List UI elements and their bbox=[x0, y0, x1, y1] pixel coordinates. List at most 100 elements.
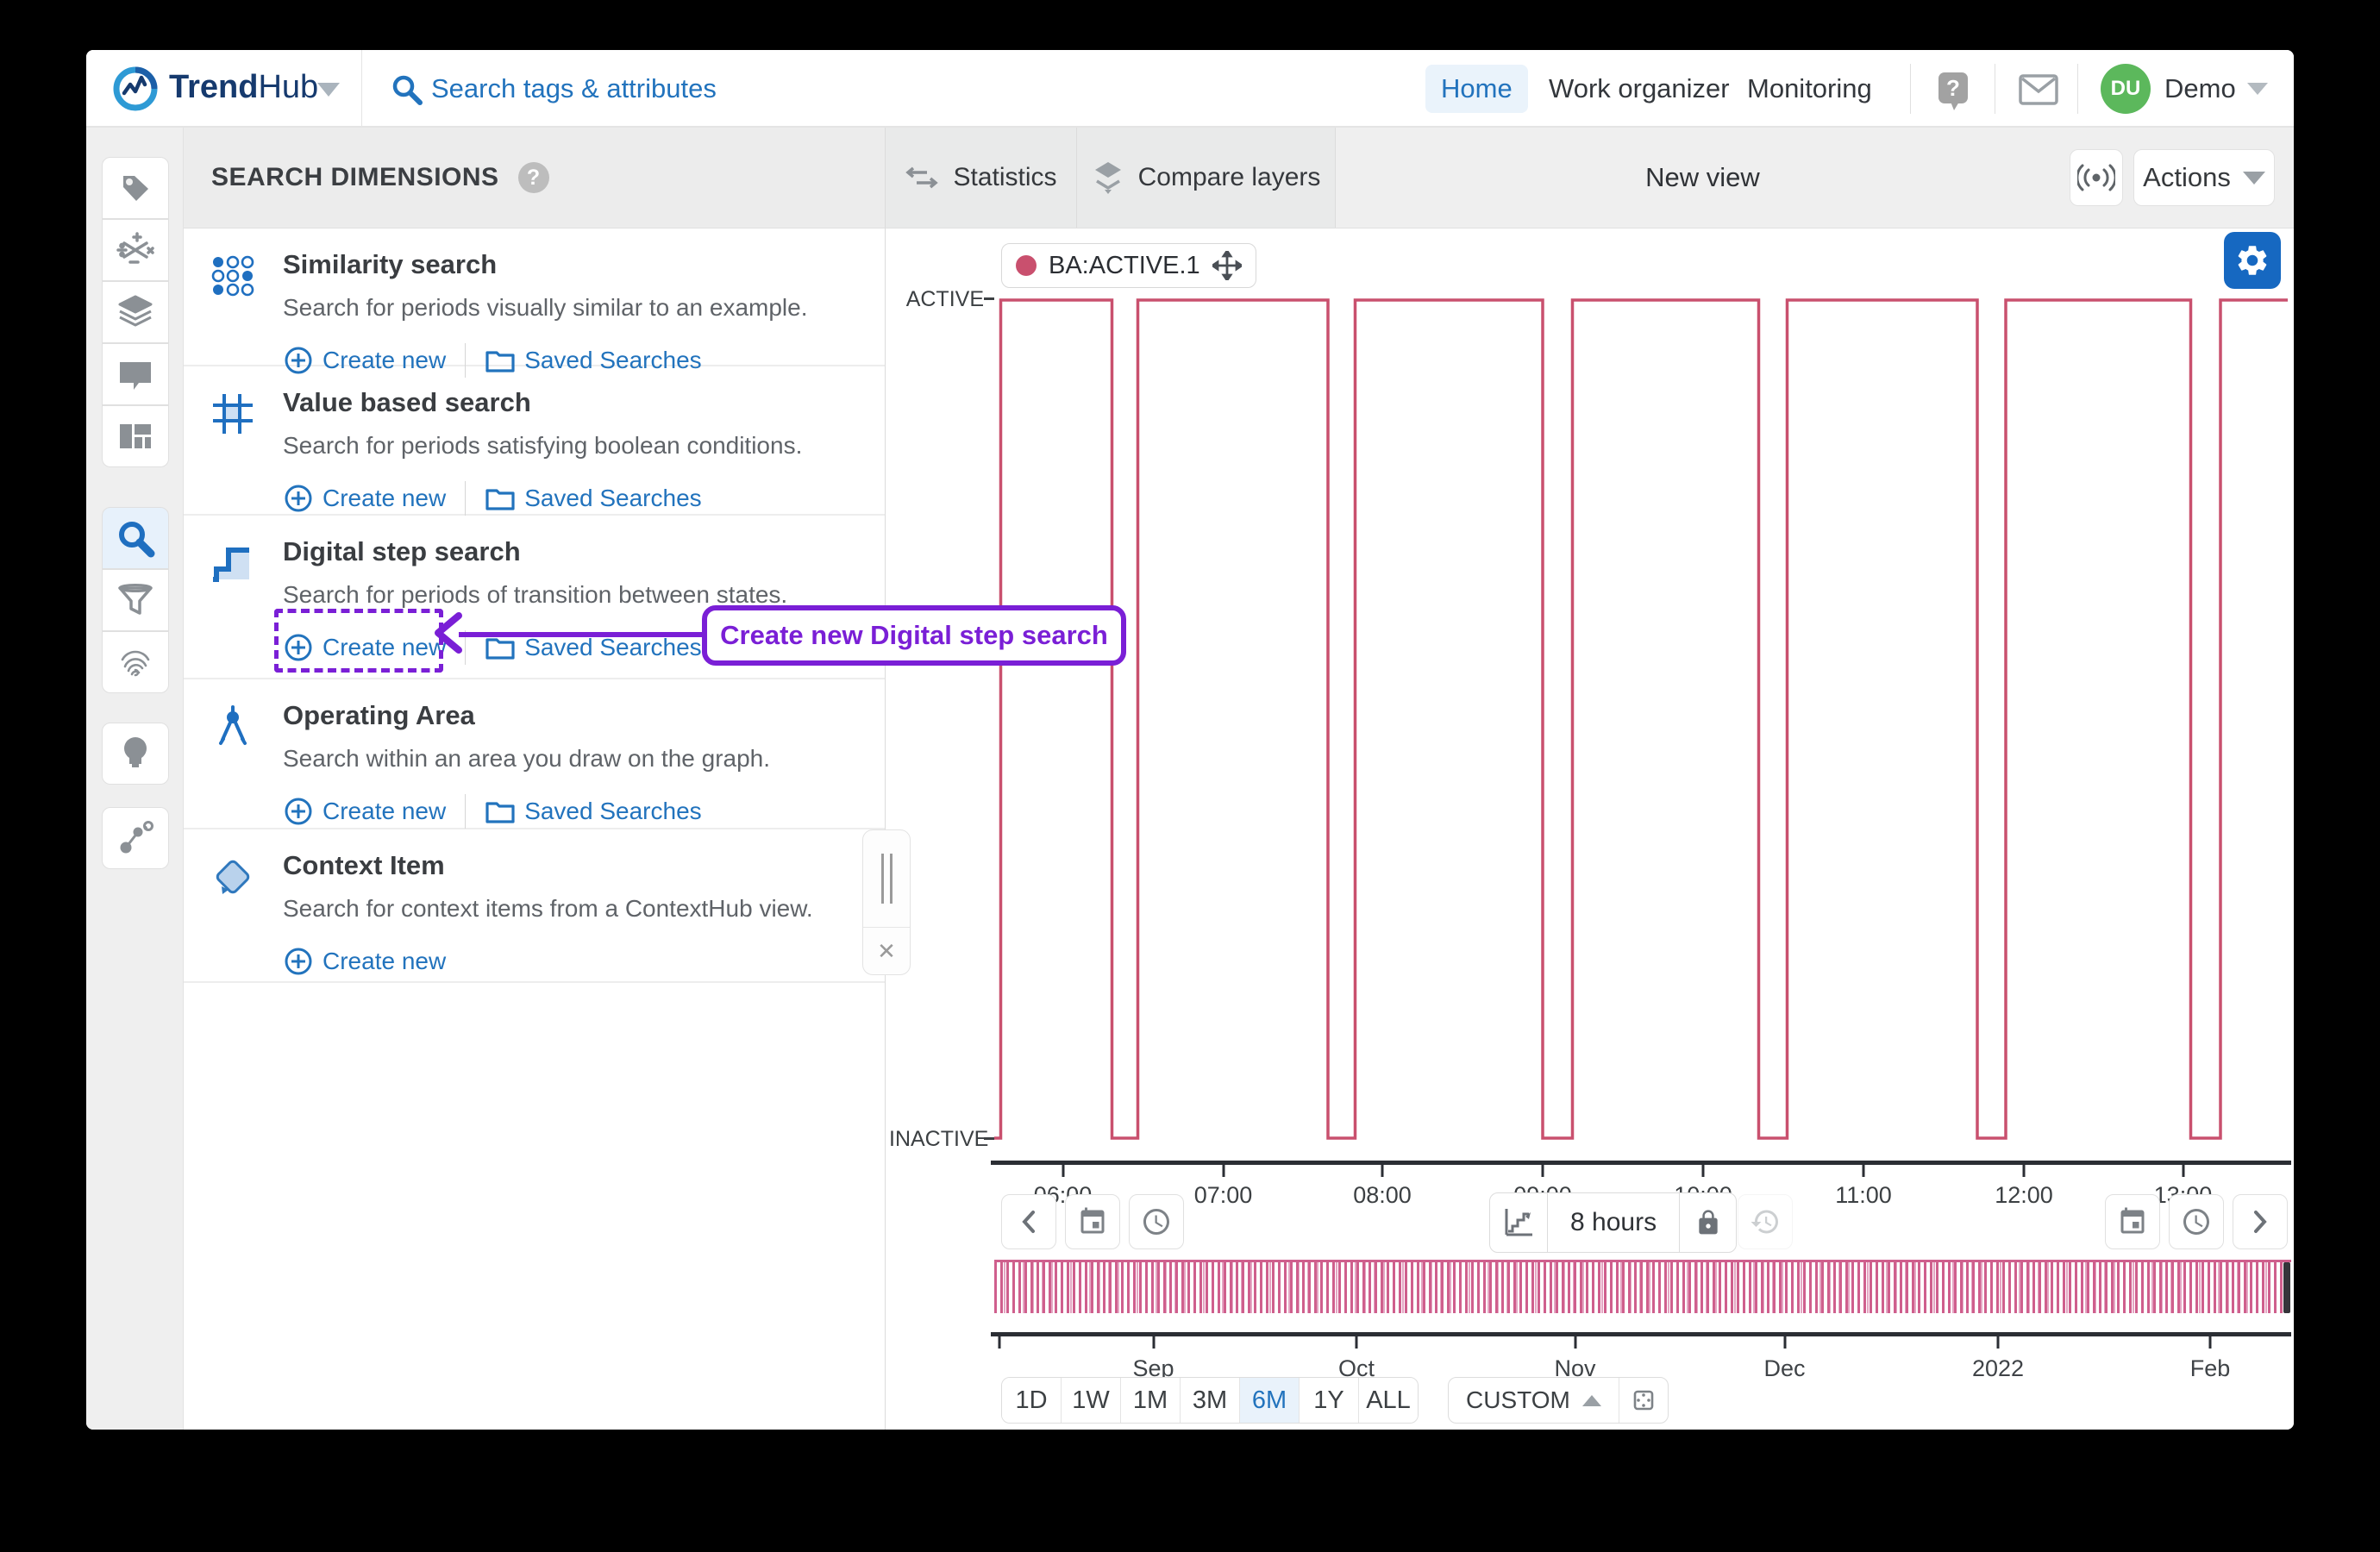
create-new-link[interactable]: Create new bbox=[283, 483, 446, 514]
section-title: Context Item bbox=[283, 848, 864, 883]
panel-close-icon[interactable]: ✕ bbox=[863, 928, 910, 974]
user-menu-caret-icon[interactable] bbox=[2247, 83, 2268, 95]
help-icon[interactable]: ? bbox=[1933, 69, 1973, 116]
range-3m-button[interactable]: 3M bbox=[1181, 1378, 1240, 1423]
start-calendar-button[interactable] bbox=[1065, 1194, 1120, 1249]
chevron-left-icon bbox=[1019, 1209, 1038, 1235]
calendar-icon bbox=[2117, 1206, 2148, 1237]
avatar[interactable]: DU bbox=[2101, 64, 2151, 114]
panel-help-icon[interactable]: ? bbox=[518, 162, 549, 193]
saved-searches-link[interactable]: Saved Searches bbox=[485, 634, 701, 661]
rail-calculator-icon[interactable] bbox=[102, 219, 169, 281]
view-header: Statistics Compare layers New view Actio… bbox=[886, 128, 2294, 228]
section-title: Digital step search bbox=[283, 535, 864, 569]
custom-caret-icon bbox=[1582, 1395, 1601, 1406]
nav-work-organizer[interactable]: Work organizer bbox=[1533, 65, 1745, 113]
timeline-tick bbox=[1997, 1336, 2000, 1349]
saved-searches-link[interactable]: Saved Searches bbox=[485, 485, 701, 512]
calendar-icon bbox=[1077, 1206, 1108, 1237]
x-axis-tick bbox=[1542, 1165, 1544, 1177]
nav-home[interactable]: Home bbox=[1425, 65, 1528, 113]
view-title: New view bbox=[1336, 128, 2070, 228]
create-new-link[interactable]: Create new bbox=[283, 796, 446, 827]
timeline-tick-label: Feb bbox=[2190, 1355, 2231, 1382]
end-calendar-button[interactable] bbox=[2105, 1194, 2160, 1249]
waveform-path bbox=[994, 300, 2288, 1138]
move-icon[interactable] bbox=[1212, 251, 1242, 280]
search-input[interactable]: Search tags & attributes bbox=[431, 73, 717, 104]
topbar-separator bbox=[2077, 64, 2078, 114]
digital-step-plot[interactable] bbox=[994, 298, 2288, 1140]
app-logo-text[interactable]: TrendHub bbox=[169, 69, 318, 106]
rail-layers-icon[interactable] bbox=[102, 281, 169, 343]
duration-button[interactable]: 8 hours bbox=[1547, 1193, 1679, 1252]
logo-trend: Trend bbox=[169, 69, 258, 105]
rail-lightbulb-icon[interactable] bbox=[102, 723, 169, 785]
lock-icon bbox=[1694, 1209, 1722, 1236]
tool-rail bbox=[86, 128, 184, 1430]
rail-tag-icon[interactable] bbox=[102, 157, 169, 219]
folder-icon bbox=[485, 798, 516, 825]
rail-dashboard-layout-icon[interactable] bbox=[102, 405, 169, 467]
timeline-tick bbox=[999, 1336, 1001, 1349]
main-row: SEARCH DIMENSIONS ? Similarity search Se… bbox=[86, 128, 2294, 1430]
history-restore-button[interactable] bbox=[1738, 1194, 1793, 1249]
rail-comment-icon[interactable] bbox=[102, 343, 169, 405]
folder-icon bbox=[485, 485, 516, 512]
start-time-button[interactable] bbox=[1129, 1194, 1184, 1249]
trend-axis-button[interactable] bbox=[1490, 1193, 1547, 1252]
saved-searches-link[interactable]: Saved Searches bbox=[485, 798, 701, 825]
x-axis-tick bbox=[2023, 1165, 2026, 1177]
search-icon bbox=[390, 72, 424, 111]
panel-resize-handle[interactable]: ✕ bbox=[862, 829, 911, 975]
digital-step-icon bbox=[211, 541, 254, 585]
topbar-separator bbox=[1910, 64, 1911, 114]
drag-grip-icon[interactable] bbox=[863, 830, 910, 928]
logo-dropdown-caret-icon[interactable] bbox=[317, 83, 340, 97]
y-axis-label-active: ACTIVE bbox=[889, 287, 984, 312]
tab-compare-layers[interactable]: Compare layers bbox=[1077, 128, 1336, 228]
tab-statistics[interactable]: Statistics bbox=[886, 128, 1077, 228]
legend-chip[interactable]: BA:ACTIVE.1 bbox=[1001, 243, 1256, 288]
custom-range-button[interactable]: CUSTOM bbox=[1449, 1378, 1619, 1423]
gear-icon bbox=[2234, 242, 2270, 278]
range-1d-button[interactable]: 1D bbox=[1002, 1378, 1062, 1423]
timeline-overview-strip[interactable] bbox=[994, 1260, 2291, 1313]
link-separator bbox=[465, 481, 466, 516]
create-new-link[interactable]: Create new bbox=[283, 946, 446, 977]
range-1w-button[interactable]: 1W bbox=[1062, 1378, 1121, 1423]
x-axis-tick bbox=[1702, 1165, 1705, 1177]
broadcast-button[interactable] bbox=[2070, 149, 2123, 206]
timeline-tick bbox=[1574, 1336, 1576, 1349]
timeline-scroll-handle[interactable] bbox=[2283, 1262, 2290, 1313]
trend-view-pane: Statistics Compare layers New view Actio… bbox=[885, 128, 2294, 1430]
range-1y-button[interactable]: 1Y bbox=[1300, 1378, 1359, 1423]
trendhub-logo-icon[interactable] bbox=[112, 66, 159, 116]
expand-range-button[interactable] bbox=[1619, 1378, 1668, 1423]
lock-duration-button[interactable] bbox=[1679, 1193, 1736, 1252]
rail-scatter-connections-icon[interactable] bbox=[102, 807, 169, 869]
range-all-button[interactable]: ALL bbox=[1359, 1378, 1418, 1423]
section-title: Similarity search bbox=[283, 247, 864, 282]
section-title: Operating Area bbox=[283, 698, 864, 733]
folder-icon bbox=[485, 634, 516, 661]
similarity-dots-icon bbox=[211, 254, 254, 297]
rail-fingerprint-icon[interactable] bbox=[102, 631, 169, 693]
range-button-group: 1D1W1M3M6M1YALL bbox=[1001, 1377, 1419, 1424]
context-diamond-icon bbox=[211, 855, 254, 898]
actions-button[interactable]: Actions bbox=[2133, 149, 2275, 206]
user-menu-label[interactable]: Demo bbox=[2164, 73, 2236, 104]
range-6m-button[interactable]: 6M bbox=[1240, 1378, 1300, 1423]
end-time-button[interactable] bbox=[2169, 1194, 2224, 1249]
x-axis-tick bbox=[1381, 1165, 1384, 1177]
mail-icon[interactable] bbox=[2018, 73, 2059, 110]
rail-search-icon[interactable] bbox=[102, 507, 169, 569]
range-1m-button[interactable]: 1M bbox=[1121, 1378, 1181, 1423]
expand-icon bbox=[1631, 1387, 1657, 1413]
rail-funnel-icon[interactable] bbox=[102, 569, 169, 631]
step-forward-button[interactable] bbox=[2233, 1194, 2288, 1249]
chart-settings-button[interactable] bbox=[2224, 232, 2281, 289]
nav-monitoring[interactable]: Monitoring bbox=[1732, 65, 1888, 113]
step-back-button[interactable] bbox=[1001, 1194, 1056, 1249]
logo-hub: Hub bbox=[258, 69, 318, 105]
